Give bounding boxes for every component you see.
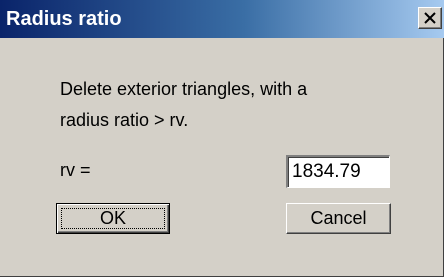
cancel-button-label: Cancel [310, 208, 367, 228]
cancel-button[interactable]: Cancel [286, 203, 391, 234]
message-line-2: radius ratio > rv. [60, 110, 189, 130]
close-button[interactable] [418, 7, 442, 29]
title-bar[interactable]: Radius ratio [0, 0, 444, 38]
rv-input[interactable] [286, 155, 390, 188]
radius-ratio-dialog: Radius ratio Delete exterior triangles, … [0, 0, 444, 277]
message-line-1: Delete exterior triangles, with a [60, 79, 308, 99]
focus-rectangle [61, 208, 165, 229]
dialog-title: Radius ratio [6, 8, 122, 30]
message-text: Delete exterior triangles, with a radius… [60, 74, 390, 136]
rv-label: rv = [60, 160, 91, 180]
close-icon [424, 12, 436, 24]
ok-button[interactable]: OK [56, 203, 170, 234]
